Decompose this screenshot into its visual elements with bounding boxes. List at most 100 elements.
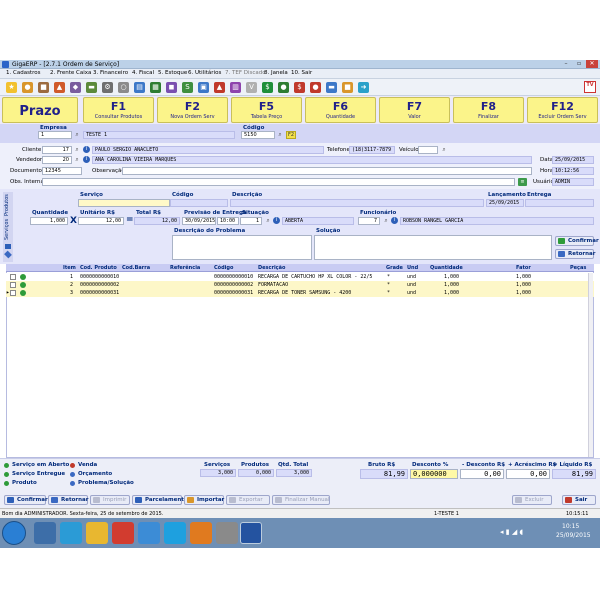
- empresa-search-icon[interactable]: ⌕: [73, 131, 81, 139]
- minimize-button[interactable]: –: [560, 60, 572, 68]
- situacao-search-icon[interactable]: ⌕: [264, 217, 272, 225]
- cliente-code-input[interactable]: 17: [42, 146, 72, 154]
- col-und[interactable]: Und: [407, 265, 418, 271]
- previsao-date-input[interactable]: 30/09/2015: [182, 217, 216, 225]
- teamviewer-icon[interactable]: [138, 522, 160, 544]
- menu-estoque[interactable]: 5. Estoque: [158, 70, 187, 76]
- vendedor-code-input[interactable]: 20: [42, 156, 72, 164]
- calc-icon[interactable]: ▦: [150, 82, 161, 93]
- row-checkbox[interactable]: [10, 290, 16, 296]
- f1-button[interactable]: F1 Consultar Produtos: [83, 97, 154, 123]
- chart-icon[interactable]: ▥: [230, 82, 241, 93]
- finalizar-manual-button[interactable]: Finalizar Manual: [272, 495, 330, 505]
- media-icon[interactable]: [216, 522, 238, 544]
- menu-financeiro[interactable]: 3. Financeiro: [93, 70, 128, 76]
- vendedor-search-icon[interactable]: ⌕: [73, 156, 81, 164]
- problema-input[interactable]: [172, 235, 312, 260]
- s-green-icon[interactable]: S: [182, 82, 193, 93]
- folder-icon[interactable]: ▬: [86, 82, 97, 93]
- funcionario-search-icon[interactable]: ⌕: [382, 217, 390, 225]
- tab-produtos[interactable]: Produtos: [4, 194, 10, 216]
- table-row[interactable]: 2 0000000000002 0000000000002 FORMATACAO…: [6, 281, 594, 289]
- row-checkbox[interactable]: [10, 274, 16, 280]
- explorer-icon[interactable]: [34, 522, 56, 544]
- observacao-input[interactable]: [122, 167, 532, 175]
- col-quantidade[interactable]: Quantidade: [430, 265, 463, 271]
- funcionario-info-icon[interactable]: i: [391, 217, 398, 224]
- veiculo-input[interactable]: [418, 146, 438, 154]
- f2-flag[interactable]: F2: [286, 131, 296, 139]
- servico-input[interactable]: [78, 199, 170, 207]
- col-codigo[interactable]: Código: [214, 265, 233, 271]
- imprimir-button[interactable]: Imprimir: [90, 495, 130, 505]
- vendedor-info-icon[interactable]: i: [83, 156, 90, 163]
- menu-utilitarios[interactable]: 6. Utilitários: [188, 70, 221, 76]
- table-row-selected[interactable]: ▸ 3 0000000000031 0000000000031 RECARGA …: [6, 289, 594, 297]
- star-icon[interactable]: ★: [6, 82, 17, 93]
- image-icon[interactable]: ◼: [166, 82, 177, 93]
- form-confirmar-button[interactable]: Confirmar: [555, 236, 599, 246]
- start-button-icon[interactable]: [2, 521, 26, 545]
- quantidade-input[interactable]: 1,000: [30, 217, 68, 225]
- tray-icons[interactable]: ◂ ▮ ◢ ◖: [500, 528, 540, 538]
- retornar-button[interactable]: Retornar: [48, 495, 88, 505]
- desconto-pct-input[interactable]: 0,000000: [410, 469, 458, 479]
- document-icon[interactable]: ▣: [198, 82, 209, 93]
- exportar-button[interactable]: Exportar: [226, 495, 270, 505]
- cart-icon[interactable]: ▲: [54, 82, 65, 93]
- box-icon[interactable]: ■: [38, 82, 49, 93]
- previsao-time-input[interactable]: 10:00: [217, 217, 239, 225]
- circle-green-icon[interactable]: ●: [278, 82, 289, 93]
- col-pecas[interactable]: Peças: [570, 265, 586, 271]
- prazo-button[interactable]: Prazo: [2, 97, 78, 123]
- f6-button[interactable]: F6 Quantidade: [305, 97, 376, 123]
- row-checkbox[interactable]: [10, 282, 16, 288]
- menu-janela[interactable]: 8. Janela: [264, 70, 288, 76]
- sair-button[interactable]: Sair: [562, 495, 596, 505]
- menu-fiscal[interactable]: 4. Fiscal: [132, 70, 154, 76]
- v-icon[interactable]: V: [246, 82, 257, 93]
- chrome-icon[interactable]: [112, 522, 134, 544]
- col-cod-barra[interactable]: Cod.Barra: [122, 265, 150, 271]
- stop-icon[interactable]: ●: [310, 82, 321, 93]
- solucao-input[interactable]: [314, 235, 552, 260]
- firefox-icon[interactable]: [190, 522, 212, 544]
- funcionario-code-input[interactable]: 7: [358, 217, 380, 225]
- menu-cadastros[interactable]: 1. Cadastros: [6, 70, 40, 76]
- empresa-code-input[interactable]: 1: [38, 131, 72, 139]
- col-cod-produto[interactable]: Cod. Produto: [80, 265, 117, 271]
- f8-button[interactable]: F8 Finalizar: [453, 97, 524, 123]
- close-button[interactable]: ✕: [586, 60, 598, 68]
- table-row[interactable]: 1 0000000000010 0000000000010 RECARGA DE…: [6, 273, 594, 281]
- gear-icon[interactable]: ⚙: [102, 82, 113, 93]
- parcelamento-button[interactable]: Parcelamento: [132, 495, 188, 505]
- desconto-rs-input[interactable]: 0,00: [460, 469, 504, 479]
- unitario-input[interactable]: 12,00: [78, 217, 124, 225]
- ie-icon[interactable]: [60, 522, 82, 544]
- users-icon[interactable]: ●: [22, 82, 33, 93]
- tab-servicos[interactable]: Serviços: [4, 219, 10, 240]
- fire-icon[interactable]: ▲: [214, 82, 225, 93]
- cliente-search-icon[interactable]: ⌕: [73, 146, 81, 154]
- importar-button[interactable]: Importar: [184, 495, 224, 505]
- f7-button[interactable]: F7 Valor: [379, 97, 450, 123]
- cliente-info-icon[interactable]: i: [83, 146, 90, 153]
- col-descricao[interactable]: Descrição: [258, 265, 285, 271]
- folder-icon[interactable]: [86, 522, 108, 544]
- grid-scrollbar[interactable]: [588, 273, 593, 457]
- arrow-icon[interactable]: ➜: [358, 82, 369, 93]
- codigo-input[interactable]: 5150: [241, 131, 275, 139]
- menu-tef-discado[interactable]: 7. TEF Discado: [225, 70, 266, 76]
- situacao-code-input[interactable]: 1: [240, 217, 262, 225]
- disc-icon[interactable]: ○: [118, 82, 129, 93]
- obs-interna-input[interactable]: [42, 178, 515, 186]
- maximize-button[interactable]: ▫: [573, 60, 585, 68]
- edit-icon[interactable]: [4, 250, 12, 259]
- col-fator[interactable]: Fator: [516, 265, 531, 271]
- tools-icon[interactable]: ◆: [70, 82, 81, 93]
- tv-icon[interactable]: TV: [584, 81, 596, 93]
- gigaerp-taskbar-icon[interactable]: [240, 522, 262, 544]
- box-yellow-icon[interactable]: ■: [342, 82, 353, 93]
- obs-interna-expand-icon[interactable]: ≡: [518, 178, 527, 186]
- col-grade[interactable]: Grade: [386, 265, 403, 271]
